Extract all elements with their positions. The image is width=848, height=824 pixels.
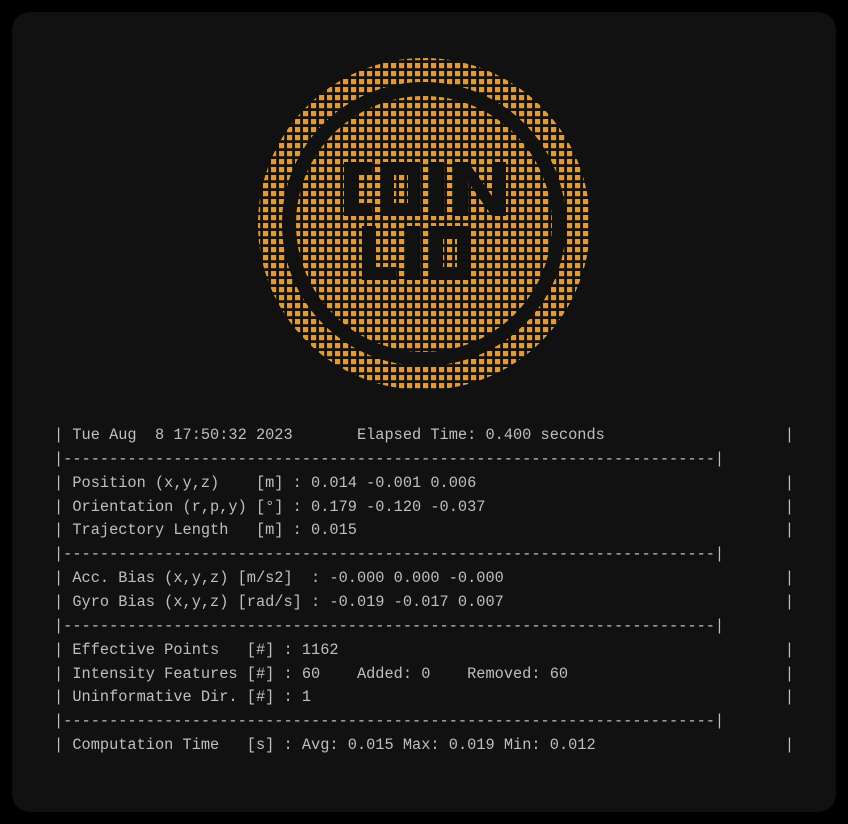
time-min-value: 0.012 [550, 736, 596, 754]
position-value: 0.014 -0.001 0.006 [311, 474, 476, 492]
divider: |---------------------------------------… [54, 615, 794, 639]
trajlen-value: 0.015 [311, 521, 357, 539]
int-removed-value: 60 [550, 665, 568, 683]
trajectory-row: | Trajectory Length [m] : 0.015 | [54, 519, 794, 543]
effective-points-row: | Effective Points [#] : 1162 | [54, 639, 794, 663]
int-added-value: 0 [421, 665, 430, 683]
acc-bias-label: Acc. Bias (x,y,z) [m/s2] : [72, 569, 320, 587]
gyro-bias-label: Gyro Bias (x,y,z) [rad/s] : [72, 593, 320, 611]
int-label: Intensity Features [#] : [72, 665, 292, 683]
time-min-label: Min: [504, 736, 541, 754]
elapsed-label: Elapsed Time: [357, 426, 476, 444]
orientation-value: 0.179 -0.120 -0.037 [311, 498, 485, 516]
terminal-output: | Tue Aug 8 17:50:32 2023 Elapsed Time: … [12, 12, 836, 812]
divider: |---------------------------------------… [54, 543, 794, 567]
time-avg-value: 0.015 [348, 736, 394, 754]
time-max-value: 0.019 [449, 736, 495, 754]
acc-bias-value: -0.000 0.000 -0.000 [329, 569, 503, 587]
divider: |---------------------------------------… [54, 448, 794, 472]
intensity-features-row: | Intensity Features [#] : 60 Added: 0 R… [54, 663, 794, 687]
gyro-bias-value: -0.019 -0.017 0.007 [329, 593, 503, 611]
trajlen-label: Trajectory Length [m] : [72, 521, 302, 539]
int-value: 60 [302, 665, 320, 683]
int-removed-label: Removed: [467, 665, 540, 683]
int-added-label: Added: [357, 665, 412, 683]
gyro-bias-row: | Gyro Bias (x,y,z) [rad/s] : -0.019 -0.… [54, 591, 794, 615]
time-avg-label: Avg: [302, 736, 339, 754]
header-row: | Tue Aug 8 17:50:32 2023 Elapsed Time: … [54, 424, 794, 448]
elapsed-value: 0.400 seconds [485, 426, 604, 444]
unin-label: Uninformative Dir. [#] : [72, 688, 292, 706]
unin-value: 1 [302, 688, 311, 706]
time-max-label: Max: [403, 736, 440, 754]
computation-time-row: | Computation Time [s] : Avg: 0.015 Max:… [54, 734, 794, 758]
eff-label: Effective Points [#] : [72, 641, 292, 659]
timestamp: Tue Aug 8 17:50:32 2023 [72, 426, 292, 444]
orientation-label: Orientation (r,p,y) [°] : [72, 498, 302, 516]
acc-bias-row: | Acc. Bias (x,y,z) [m/s2] : -0.000 0.00… [54, 567, 794, 591]
coin-lio-logo [254, 54, 594, 394]
position-row: | Position (x,y,z) [m] : 0.014 -0.001 0.… [54, 472, 794, 496]
uninformative-row: | Uninformative Dir. [#] : 1 | [54, 686, 794, 710]
position-label: Position (x,y,z) [m] : [72, 474, 302, 492]
divider: |---------------------------------------… [54, 710, 794, 734]
orientation-row: | Orientation (r,p,y) [°] : 0.179 -0.120… [54, 496, 794, 520]
eff-value: 1162 [302, 641, 339, 659]
time-label: Computation Time [s] : [72, 736, 292, 754]
